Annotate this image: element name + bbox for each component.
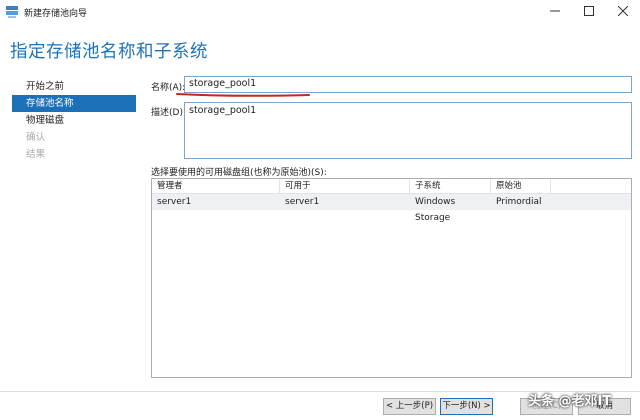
- nav-item-physical-disks[interactable]: 物理磁盘: [12, 112, 136, 129]
- column-header-subsystem[interactable]: 子系统: [410, 179, 491, 193]
- next-button[interactable]: 下一步(N) >: [440, 398, 493, 415]
- wizard-nav: 开始之前 存储池名称 物理磁盘 确认 结果: [12, 78, 136, 163]
- column-header-primordial-pool[interactable]: 原始池: [491, 179, 551, 193]
- back-button[interactable]: < 上一步(P): [383, 398, 436, 415]
- minimize-icon: [550, 10, 560, 12]
- window-title: 新建存储池向导: [24, 9, 88, 19]
- cell-primordial-pool: Primordial: [496, 197, 542, 207]
- cell-available-to: server1: [285, 197, 320, 207]
- maximize-button[interactable]: [572, 0, 606, 22]
- table-header: 管理者 可用于 子系统 原始池: [152, 179, 631, 194]
- table-row[interactable]: server1 server1 Windows Storage Primordi…: [152, 194, 631, 223]
- close-icon: [618, 6, 628, 16]
- column-header-available-to[interactable]: 可用于: [280, 179, 410, 193]
- description-label: 描述(D):: [151, 108, 186, 118]
- watermark: 头条 @老邓IT: [528, 394, 612, 409]
- maximize-icon: [584, 6, 594, 16]
- cell-subsystem: Windows Storage: [415, 197, 456, 223]
- disk-group-table[interactable]: 管理者 可用于 子系统 原始池 server1 server1 Windows …: [151, 178, 632, 378]
- minimize-button[interactable]: [538, 0, 572, 22]
- nav-item-before-you-begin[interactable]: 开始之前: [12, 78, 136, 95]
- close-button[interactable]: [606, 0, 640, 22]
- nav-item-pool-name[interactable]: 存储池名称: [12, 95, 136, 112]
- nav-item-results: 结果: [26, 149, 46, 160]
- description-input[interactable]: storage_pool1: [184, 102, 632, 159]
- nav-item-confirmation: 确认: [26, 132, 46, 143]
- annotation-underline: [176, 93, 310, 97]
- column-header-managed-by[interactable]: 管理者: [152, 179, 280, 193]
- disk-group-label: 选择要使用的可用磁盘组(也称为原始池)(S):: [151, 168, 327, 178]
- title-bar: 新建存储池向导: [0, 0, 640, 24]
- storage-pool-icon: [6, 6, 18, 18]
- page-title: 指定存储池名称和子系统: [10, 42, 208, 62]
- cell-managed-by: server1: [157, 197, 192, 207]
